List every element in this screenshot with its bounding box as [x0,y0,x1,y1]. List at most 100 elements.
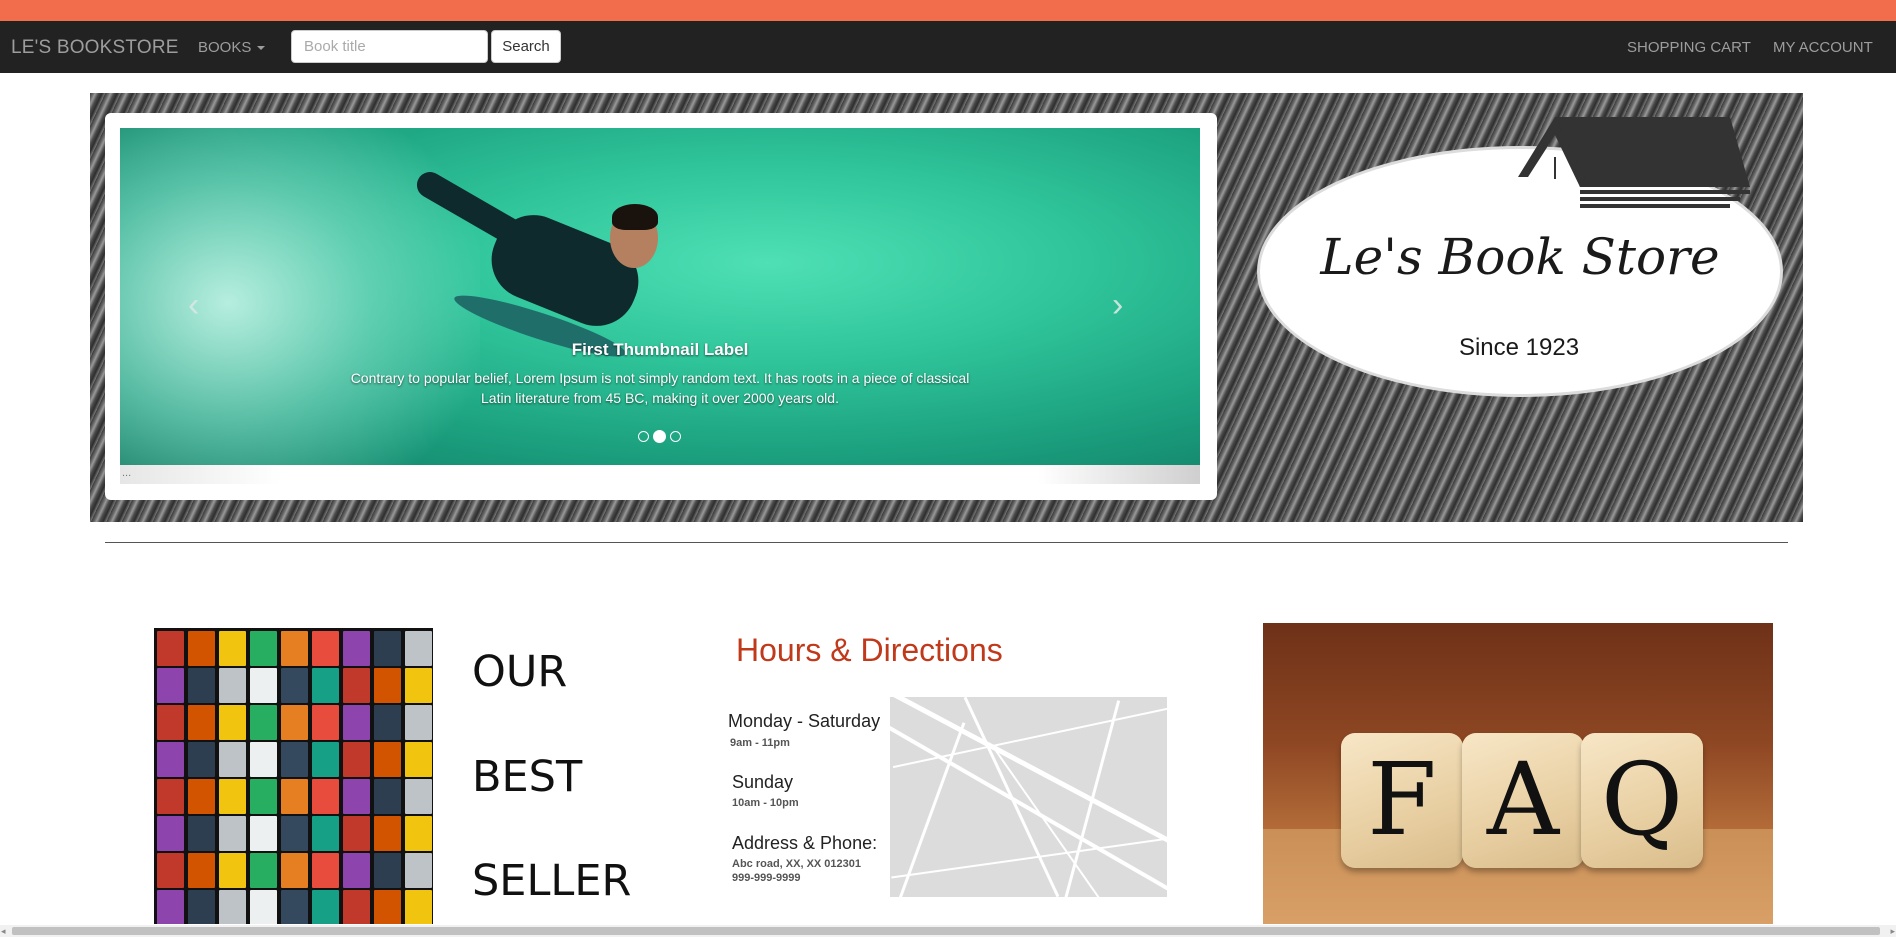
carousel-prev-icon[interactable]: ‹ [188,288,199,322]
logo-store-name: Le's Book Store [1320,228,1720,286]
bestseller-word-best: BEST [472,752,583,802]
carousel-slide-image: ‹ › First Thumbnail Label Contrary to po… [120,128,1200,465]
scrollbar-thumb[interactable] [12,927,1880,935]
book-cover [250,742,277,777]
book-cover [374,816,401,851]
book-cover [343,668,370,703]
house-book-icon [1518,117,1750,208]
book-cover [281,779,308,814]
address-text: Abc road, XX, XX 012301 [732,858,862,870]
book-cover [188,705,215,740]
book-cover [157,631,184,666]
book-cover [219,853,246,888]
books-dropdown[interactable]: BOOKS [198,39,266,56]
surfer-hair-graphic [612,204,658,230]
book-cover [343,890,370,924]
faq-block: F [1341,733,1463,868]
book-cover [219,742,246,777]
book-cover [219,631,246,666]
book-cover [250,668,277,703]
book-cover [219,668,246,703]
book-cover [343,779,370,814]
caret-down-icon [257,46,266,51]
scroll-left-icon[interactable]: ◂ [1,925,6,937]
book-cover [374,668,401,703]
hours-title: Hours & Directions [736,632,1003,668]
thumbnail-strip: ... [120,465,1200,484]
carousel-indicator-active[interactable] [653,430,666,444]
book-cover [374,779,401,814]
book-cover [281,816,308,851]
book-cover [219,779,246,814]
book-cover [374,890,401,924]
directions-map[interactable] [890,697,1167,897]
carousel-next-icon[interactable]: › [1112,288,1123,322]
book-cover [250,816,277,851]
book-cover [281,668,308,703]
carousel-indicators [638,428,685,444]
book-cover [281,853,308,888]
book-cover [405,631,432,666]
scroll-right-icon[interactable]: ▸ [1890,925,1895,937]
sunday-label: Sunday [732,772,794,792]
book-cover [312,668,339,703]
book-cover [188,853,215,888]
book-cover [374,705,401,740]
book-cover [188,779,215,814]
sunday-hours: 10am - 10pm [732,797,799,809]
carousel: ‹ › First Thumbnail Label Contrary to po… [105,113,1217,500]
carousel-indicator[interactable] [638,431,649,443]
book-cover [405,705,432,740]
book-cover [374,853,401,888]
book-cover [405,853,432,888]
book-cover [157,668,184,703]
weekday-hours: 9am - 11pm [730,737,790,749]
book-cover [343,631,370,666]
my-account-link[interactable]: MY ACCOUNT [1773,39,1873,56]
faq-letter: Q [1601,741,1683,858]
carousel-caption-text: Contrary to popular belief, Lorem Ipsum … [350,370,970,406]
book-cover [250,890,277,924]
book-cover [405,779,432,814]
book-cover [343,816,370,851]
book-cover [188,816,215,851]
book-cover [219,705,246,740]
bestseller-books-image[interactable] [154,628,433,924]
book-cover [157,742,184,777]
book-cover [312,779,339,814]
book-cover [343,742,370,777]
book-cover [281,631,308,666]
faq-letter: F [1367,741,1437,858]
book-cover [157,890,184,924]
book-cover [374,742,401,777]
book-cover [250,779,277,814]
search-button[interactable]: Search [491,30,561,63]
brand-link[interactable]: LE'S BOOKSTORE [11,37,179,59]
section-divider [105,542,1788,543]
search-input[interactable] [291,30,488,63]
horizontal-scrollbar[interactable]: ◂ ▸ [0,925,1896,937]
map-road [891,837,1167,879]
phone-text: 999-999-9999 [732,872,801,884]
logo-since-text: Since 1923 [1458,334,1580,361]
book-cover [157,853,184,888]
book-cover [157,779,184,814]
books-dropdown-label: BOOKS [198,39,252,56]
carousel-indicator[interactable] [670,431,681,443]
book-cover [312,742,339,777]
book-cover [405,668,432,703]
book-cover [157,816,184,851]
bestseller-word-seller: SELLER [472,856,632,906]
book-cover [312,890,339,924]
book-cover [374,631,401,666]
book-cover [250,631,277,666]
book-cover [312,705,339,740]
book-cover [188,631,215,666]
book-cover [405,816,432,851]
bestseller-word-our: OUR [472,647,568,697]
faq-image[interactable]: F A Q [1263,623,1773,924]
book-cover [312,631,339,666]
book-cover [343,853,370,888]
shopping-cart-link[interactable]: SHOPPING CART [1627,39,1751,56]
book-cover [405,742,432,777]
